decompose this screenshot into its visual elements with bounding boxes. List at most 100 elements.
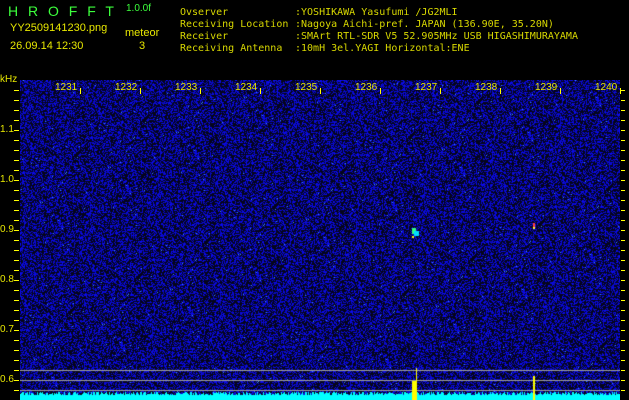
freq-tick-right — [621, 260, 625, 261]
freq-tick — [14, 200, 19, 201]
freq-tick-right — [621, 230, 625, 231]
freq-tick — [14, 390, 19, 391]
freq-tick-right — [621, 330, 625, 331]
freq-tick-right — [621, 300, 625, 301]
freq-tick — [14, 320, 19, 321]
freq-tick-right — [621, 210, 625, 211]
time-tick — [200, 88, 201, 94]
time-tick — [620, 88, 621, 94]
time-tick — [80, 88, 81, 94]
freq-tick — [14, 240, 19, 241]
time-tick — [140, 88, 141, 94]
time-tick — [260, 88, 261, 94]
receiver-value: :SMArt RTL-SDR V5 52.905MHz USB HIGASHIM… — [295, 31, 578, 42]
freq-tick-right — [621, 170, 625, 171]
freq-tick — [14, 120, 19, 121]
freq-tick — [14, 270, 19, 271]
freq-tick-right — [621, 220, 625, 221]
time-label: 1236 — [355, 82, 378, 93]
freq-tick — [14, 150, 19, 151]
time-label: 1231 — [55, 82, 78, 93]
freq-tick — [14, 250, 19, 251]
freq-tick — [14, 290, 19, 291]
freq-tick-right — [621, 280, 625, 281]
time-tick — [380, 88, 381, 94]
freq-tick-right — [621, 290, 625, 291]
time-label: 1239 — [535, 82, 558, 93]
freq-tick-right — [621, 190, 625, 191]
freq-label: 1.1 — [0, 124, 14, 135]
spectrogram — [20, 80, 620, 400]
time-label: 1234 — [235, 82, 258, 93]
freq-tick-right — [621, 100, 625, 101]
time-label: 1232 — [115, 82, 138, 93]
meteor-count: 3 — [139, 40, 146, 52]
freq-tick — [14, 230, 19, 231]
freq-tick-right — [621, 310, 625, 311]
freq-tick — [14, 130, 19, 131]
freq-tick-right — [621, 380, 625, 381]
freq-tick-right — [621, 130, 625, 131]
freq-label: 0.6 — [0, 374, 14, 385]
time-label: 1237 — [415, 82, 438, 93]
receiver-label: Receiver — [180, 31, 229, 42]
freq-tick-right — [621, 120, 625, 121]
freq-tick-right — [621, 140, 625, 141]
location-label: Receiving Location — [180, 19, 289, 30]
freq-tick — [14, 330, 19, 331]
time-label: 1240 — [595, 82, 618, 93]
app-title: H R O F F T — [8, 3, 117, 19]
antenna-label: Receiving Antenna — [180, 43, 283, 54]
antenna-value: :10mH 3el.YAGI Horizontal:ENE — [295, 43, 470, 54]
time-tick — [440, 88, 441, 94]
freq-tick — [14, 100, 19, 101]
time-tick — [500, 88, 501, 94]
time-label: 1238 — [475, 82, 498, 93]
time-tick — [320, 88, 321, 94]
freq-tick-right — [621, 250, 625, 251]
observer-value: :YOSHIKAWA Yasufumi /JG2MLI — [295, 7, 458, 18]
freq-tick-right — [621, 200, 625, 201]
location-value: :Nagoya Aichi-pref. JAPAN (136.90E, 35.2… — [295, 19, 554, 30]
freq-tick-right — [621, 370, 625, 371]
observer-label: Ovserver — [180, 7, 229, 18]
freq-tick-right — [621, 270, 625, 271]
freq-tick-right — [621, 110, 625, 111]
freq-tick — [14, 170, 19, 171]
freq-tick — [14, 220, 19, 221]
unit-label: kHz — [0, 74, 18, 85]
freq-tick — [14, 280, 19, 281]
freq-tick-right — [621, 240, 625, 241]
freq-tick — [14, 370, 19, 371]
freq-tick — [14, 260, 19, 261]
freq-tick-right — [621, 360, 625, 361]
freq-label: 0.9 — [0, 224, 14, 235]
freq-tick-right — [621, 90, 625, 91]
freq-tick-right — [621, 320, 625, 321]
meteor-label: meteor — [125, 27, 160, 39]
freq-label: 0.8 — [0, 274, 14, 285]
freq-tick — [14, 310, 19, 311]
freq-tick — [14, 190, 19, 191]
freq-tick — [14, 110, 19, 111]
freq-tick — [14, 160, 19, 161]
freq-tick — [14, 180, 19, 181]
datetime: 26.09.14 12:30 — [10, 40, 84, 52]
freq-tick — [14, 340, 19, 341]
freq-tick — [14, 210, 19, 211]
freq-tick-right — [621, 150, 625, 151]
filename: YY2509141230.png — [10, 22, 108, 34]
freq-label: 0.7 — [0, 324, 14, 335]
freq-tick — [14, 360, 19, 361]
freq-tick-right — [621, 340, 625, 341]
freq-tick — [14, 350, 19, 351]
freq-tick — [14, 380, 19, 381]
freq-tick — [14, 90, 19, 91]
version: 1.0.0f — [126, 3, 152, 14]
hrofft-screen: H R O F F T 1.0.0f YY2509141230.png 26.0… — [0, 0, 629, 400]
freq-tick-right — [621, 180, 625, 181]
freq-label: 1.0 — [0, 174, 14, 185]
time-tick — [560, 88, 561, 94]
freq-tick-right — [621, 350, 625, 351]
time-label: 1233 — [175, 82, 198, 93]
